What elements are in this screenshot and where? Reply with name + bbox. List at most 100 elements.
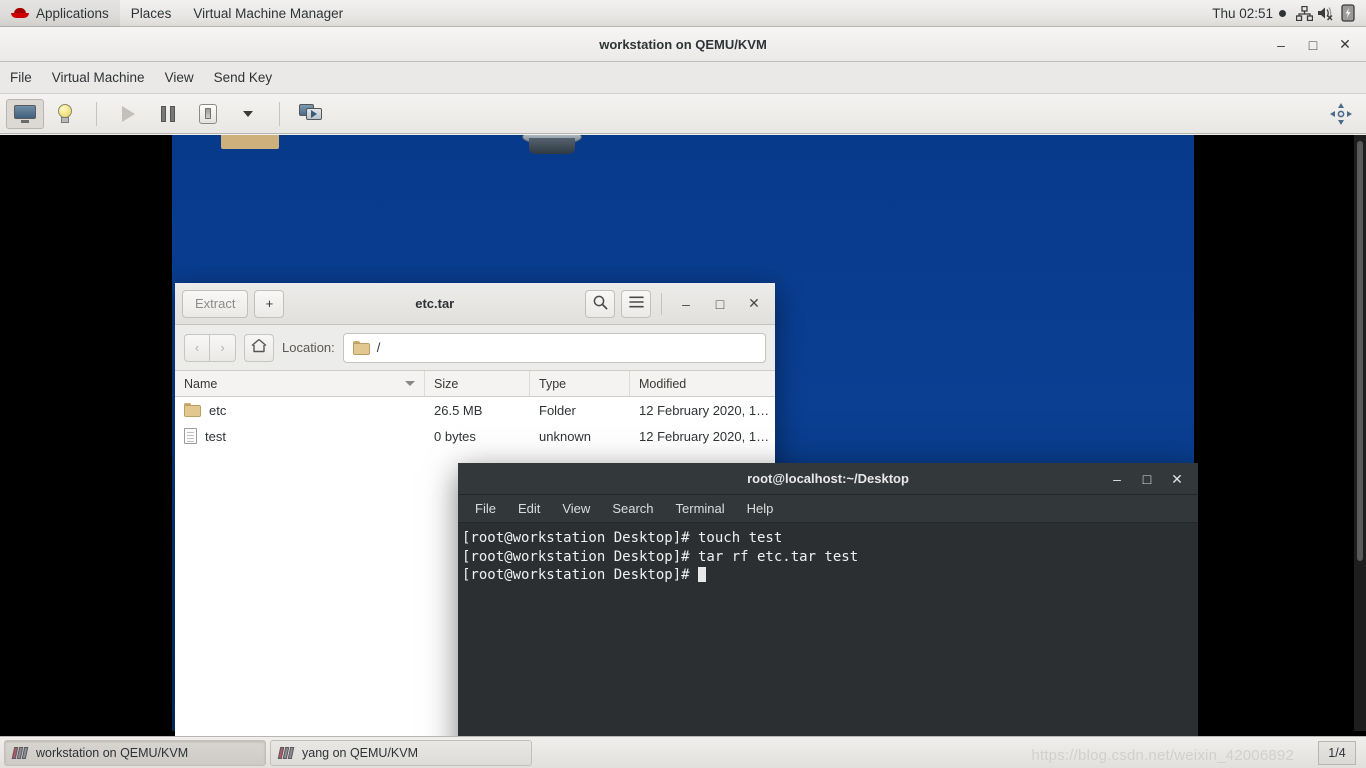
- terminal-close-button[interactable]: ✕: [1164, 467, 1190, 491]
- menu-virtual-machine[interactable]: Virtual Machine: [42, 62, 155, 94]
- vmm-titlebar: workstation on QEMU/KVM – □ ✕: [0, 27, 1366, 62]
- resize-to-vm-button[interactable]: [1322, 99, 1360, 129]
- vmm-toolbar: [0, 94, 1366, 134]
- file-roller-minimize-button[interactable]: –: [672, 290, 700, 318]
- applications-menu-label: Applications: [36, 5, 109, 21]
- places-menu-label: Places: [130, 5, 172, 21]
- home-button[interactable]: [244, 333, 274, 362]
- applications-menu[interactable]: Applications: [0, 0, 120, 27]
- taskbar-item-yang[interactable]: yang on QEMU/KVM: [270, 739, 532, 766]
- file-roller-headerbar: Extract + etc.tar – □ ✕: [175, 283, 775, 325]
- virt-viewer-icon: [277, 746, 295, 759]
- volume-muted-icon[interactable]: [1316, 3, 1336, 23]
- terminal-line: [root@workstation Desktop]# tar rf etc.t…: [462, 548, 859, 565]
- details-view-button[interactable]: [46, 99, 84, 129]
- column-header-name[interactable]: Name: [175, 371, 425, 396]
- column-header-size[interactable]: Size: [425, 371, 530, 396]
- sort-descending-icon: [405, 381, 415, 386]
- location-label: Location:: [282, 340, 335, 355]
- terminal-prompt-line: [root@workstation Desktop]#: [462, 566, 1198, 585]
- forward-button[interactable]: ›: [210, 333, 236, 362]
- vmm-maximize-button[interactable]: □: [1298, 31, 1328, 59]
- terminal-window[interactable]: root@localhost:~/Desktop – □ ✕ File Edit…: [458, 463, 1198, 736]
- taskbar-item-workstation[interactable]: workstation on QEMU/KVM: [4, 739, 266, 766]
- pause-button[interactable]: [149, 99, 187, 129]
- cell-modified: 12 February 2020, 1…: [639, 428, 770, 444]
- vmm-minimize-button[interactable]: –: [1266, 31, 1296, 59]
- vm-scrollbar-thumb[interactable]: [1357, 141, 1363, 561]
- screen-root: Applications Places Virtual Machine Mana…: [0, 0, 1366, 768]
- run-button[interactable]: [109, 99, 147, 129]
- gnome-panel-tray: Thu 02:51: [1206, 3, 1366, 23]
- column-header-modified[interactable]: Modified: [630, 371, 775, 396]
- file-roller-close-button[interactable]: ✕: [740, 290, 768, 318]
- terminal-menu-help[interactable]: Help: [736, 495, 785, 523]
- vmm-menubar: File Virtual Machine View Send Key: [0, 62, 1366, 94]
- terminal-menu-terminal[interactable]: Terminal: [665, 495, 736, 523]
- taskbar-item-label: yang on QEMU/KVM: [302, 745, 419, 760]
- column-header-type[interactable]: Type: [530, 371, 630, 396]
- terminal-menu-file[interactable]: File: [464, 495, 507, 523]
- places-menu[interactable]: Places: [120, 0, 183, 27]
- home-icon: [251, 338, 267, 358]
- cell-name: etc: [175, 403, 425, 418]
- clock-button[interactable]: Thu 02:51: [1206, 6, 1292, 21]
- shutdown-button[interactable]: [189, 99, 227, 129]
- vmm-window-controls: – □ ✕: [1266, 27, 1360, 62]
- terminal-menu-search[interactable]: Search: [601, 495, 664, 523]
- shutdown-menu-button[interactable]: [229, 99, 267, 129]
- cell-type: Folder: [539, 402, 576, 418]
- navigation-buttons: ‹ ›: [184, 333, 236, 362]
- terminal-prompt: [root@workstation Desktop]#: [462, 567, 699, 583]
- file-roller-location-bar: ‹ › Location: /: [175, 325, 775, 371]
- vmm-menu-label: Virtual Machine Manager: [193, 5, 344, 21]
- location-value: /: [376, 340, 381, 355]
- snapshots-button[interactable]: [292, 99, 330, 129]
- folder-icon: [184, 403, 201, 417]
- network-icon[interactable]: [1294, 3, 1314, 23]
- add-files-button[interactable]: +: [254, 289, 285, 318]
- desktop-folder-icon[interactable]: [221, 135, 279, 149]
- vm-console-viewport[interactable]: Extract + etc.tar – □ ✕ ‹ › Location: / …: [0, 135, 1366, 736]
- lightbulb-icon: [57, 104, 73, 123]
- terminal-menubar: File Edit View Search Terminal Help: [458, 495, 1198, 523]
- extract-button[interactable]: Extract: [182, 289, 249, 318]
- hamburger-menu-icon: [628, 296, 644, 311]
- search-button[interactable]: [585, 289, 615, 318]
- cell-type: unknown: [539, 428, 592, 444]
- table-row[interactable]: test 0 bytes unknown 12 February 2020, 1…: [175, 423, 775, 449]
- clock-label: Thu 02:51: [1212, 5, 1273, 21]
- menu-view[interactable]: View: [155, 62, 204, 94]
- menu-file[interactable]: File: [0, 62, 42, 94]
- vmm-close-button[interactable]: ✕: [1330, 31, 1360, 59]
- cell-size: 26.5 MB: [434, 402, 483, 418]
- menu-send-key[interactable]: Send Key: [204, 62, 283, 94]
- desktop-trash-icon[interactable]: [522, 135, 582, 154]
- headerbar-separator: [661, 292, 662, 315]
- workspace-switcher[interactable]: 1/4: [1318, 740, 1356, 765]
- toolbar-separator-1: [96, 101, 97, 126]
- vmm-window-title: workstation on QEMU/KVM: [599, 36, 767, 52]
- file-name-label: test: [205, 428, 226, 444]
- back-button[interactable]: ‹: [184, 333, 210, 362]
- folder-icon: [352, 340, 370, 355]
- terminal-maximize-button[interactable]: □: [1134, 467, 1160, 491]
- vm-vertical-scrollbar[interactable]: [1354, 135, 1366, 731]
- column-label-name: Name: [184, 376, 218, 391]
- terminal-window-controls: – □ ✕: [1104, 463, 1190, 495]
- chevron-down-icon: [243, 110, 253, 117]
- terminal-minimize-button[interactable]: –: [1104, 467, 1130, 491]
- play-icon: [121, 105, 135, 122]
- main-menu-button[interactable]: [621, 289, 651, 318]
- console-view-button[interactable]: [6, 98, 44, 129]
- terminal-output[interactable]: [root@workstation Desktop]# touch test […: [458, 523, 1198, 736]
- terminal-menu-view[interactable]: View: [551, 495, 601, 523]
- virtual-machine-manager-menu[interactable]: Virtual Machine Manager: [182, 0, 354, 27]
- battery-charging-icon[interactable]: [1338, 3, 1358, 23]
- power-switch-icon: [199, 103, 217, 124]
- location-input[interactable]: /: [342, 332, 766, 363]
- terminal-menu-edit[interactable]: Edit: [507, 495, 551, 523]
- file-roller-maximize-button[interactable]: □: [706, 290, 734, 318]
- pause-icon: [161, 105, 175, 122]
- table-row[interactable]: etc 26.5 MB Folder 12 February 2020, 1…: [175, 397, 775, 423]
